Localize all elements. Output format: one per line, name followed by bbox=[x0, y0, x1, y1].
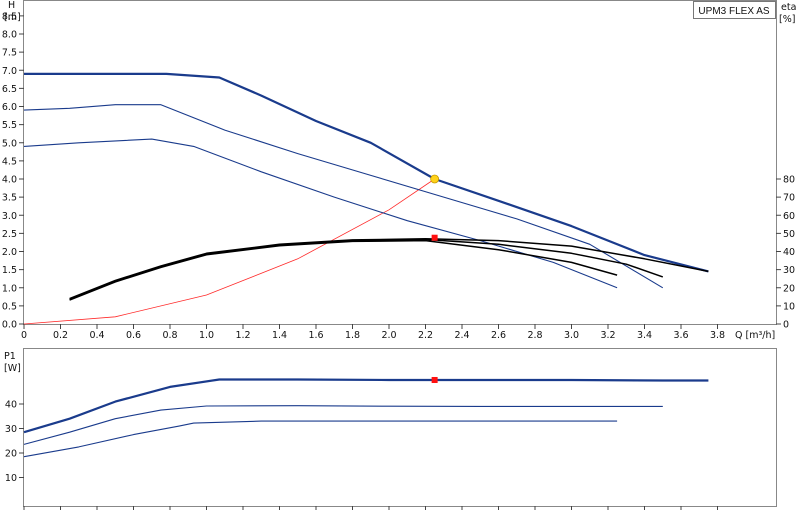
y-tick-label: 2.5 bbox=[2, 229, 17, 240]
x-tick-label: 2.2 bbox=[418, 330, 433, 341]
x-tick-label: 3.6 bbox=[673, 330, 688, 341]
y-tick-label: 6.0 bbox=[2, 102, 17, 113]
y-tick-label: 8.5 bbox=[2, 11, 17, 22]
x-tick-label: 1.2 bbox=[235, 330, 250, 341]
x-tick-label: 0.8 bbox=[162, 330, 177, 341]
efficiency-point bbox=[431, 234, 438, 241]
y-tick-label: 0.5 bbox=[2, 301, 17, 312]
power-tick-label: 20 bbox=[5, 449, 17, 460]
power-tick-label: 10 bbox=[5, 473, 17, 484]
x-tick-label: 1.6 bbox=[308, 330, 323, 341]
x-tick-label: 1.8 bbox=[345, 330, 360, 341]
duty-point bbox=[430, 174, 440, 184]
y-tick-label: 8.0 bbox=[2, 30, 17, 41]
x-tick-label: 1.4 bbox=[272, 330, 287, 341]
x-tick-label: 0.4 bbox=[89, 330, 104, 341]
x-tick-label: 3.4 bbox=[637, 330, 652, 341]
x-axis-label: Q [m³/h] bbox=[735, 330, 775, 341]
x-tick-label: 3.0 bbox=[564, 330, 579, 341]
y-right-tick-label: 50 bbox=[783, 229, 795, 240]
y-tick-label: 4.0 bbox=[2, 175, 17, 186]
y-axis-label-power-symbol: P1 bbox=[4, 351, 16, 362]
y-axis-label-head-symbol: H bbox=[8, 0, 15, 11]
y-axis-label-power-unit: [W] bbox=[4, 363, 21, 374]
y-right-tick-label: 10 bbox=[783, 301, 795, 312]
y-right-tick-label: 60 bbox=[783, 211, 795, 222]
x-tick-label: 1.0 bbox=[199, 330, 214, 341]
y-right-tick-label: 80 bbox=[783, 175, 795, 186]
y-right-tick-label: 40 bbox=[783, 247, 795, 258]
x-tick-label: 2.0 bbox=[381, 330, 396, 341]
x-tick-label: 3.8 bbox=[710, 330, 725, 341]
y-tick-label: 0.0 bbox=[2, 320, 17, 331]
y-tick-label: 5.0 bbox=[2, 138, 17, 149]
y-tick-label: 2.0 bbox=[2, 247, 17, 258]
y-right-tick-label: 30 bbox=[783, 265, 795, 276]
chart-background bbox=[0, 0, 800, 520]
y-right-tick-label: 0 bbox=[783, 320, 789, 331]
right-axis-label-eta-unit: [%] bbox=[779, 14, 795, 25]
x-tick-label: 0.2 bbox=[53, 330, 68, 341]
x-tick-label: 3.2 bbox=[600, 330, 615, 341]
power-tick-label: 40 bbox=[5, 400, 17, 411]
y-tick-label: 4.5 bbox=[2, 156, 17, 167]
y-tick-label: 6.5 bbox=[2, 84, 17, 95]
x-tick-label: 0 bbox=[21, 330, 27, 341]
y-right-tick-label: 70 bbox=[783, 193, 795, 204]
y-tick-label: 1.0 bbox=[2, 283, 17, 294]
pump-curve-chart: UPM3 FLEX AS H [m] eta [%] Q [m³/h] P1 [… bbox=[0, 0, 800, 520]
x-tick-label: 0.6 bbox=[126, 330, 141, 341]
y-tick-label: 3.5 bbox=[2, 193, 17, 204]
y-right-tick-label: 20 bbox=[783, 283, 795, 294]
y-tick-label: 5.5 bbox=[2, 120, 17, 131]
x-tick-label: 2.6 bbox=[491, 330, 506, 341]
y-tick-label: 1.5 bbox=[2, 265, 17, 276]
right-axis-label-eta-symbol: eta bbox=[781, 2, 796, 13]
y-tick-label: 7.5 bbox=[2, 48, 17, 59]
x-tick-label: 2.8 bbox=[527, 330, 542, 341]
x-tick-label: 2.4 bbox=[454, 330, 469, 341]
y-tick-label: 7.0 bbox=[2, 66, 17, 77]
chart-title: UPM3 FLEX AS bbox=[698, 6, 769, 17]
power-operating-point bbox=[431, 376, 438, 383]
y-tick-label: 3.0 bbox=[2, 211, 17, 222]
power-tick-label: 30 bbox=[5, 424, 17, 435]
